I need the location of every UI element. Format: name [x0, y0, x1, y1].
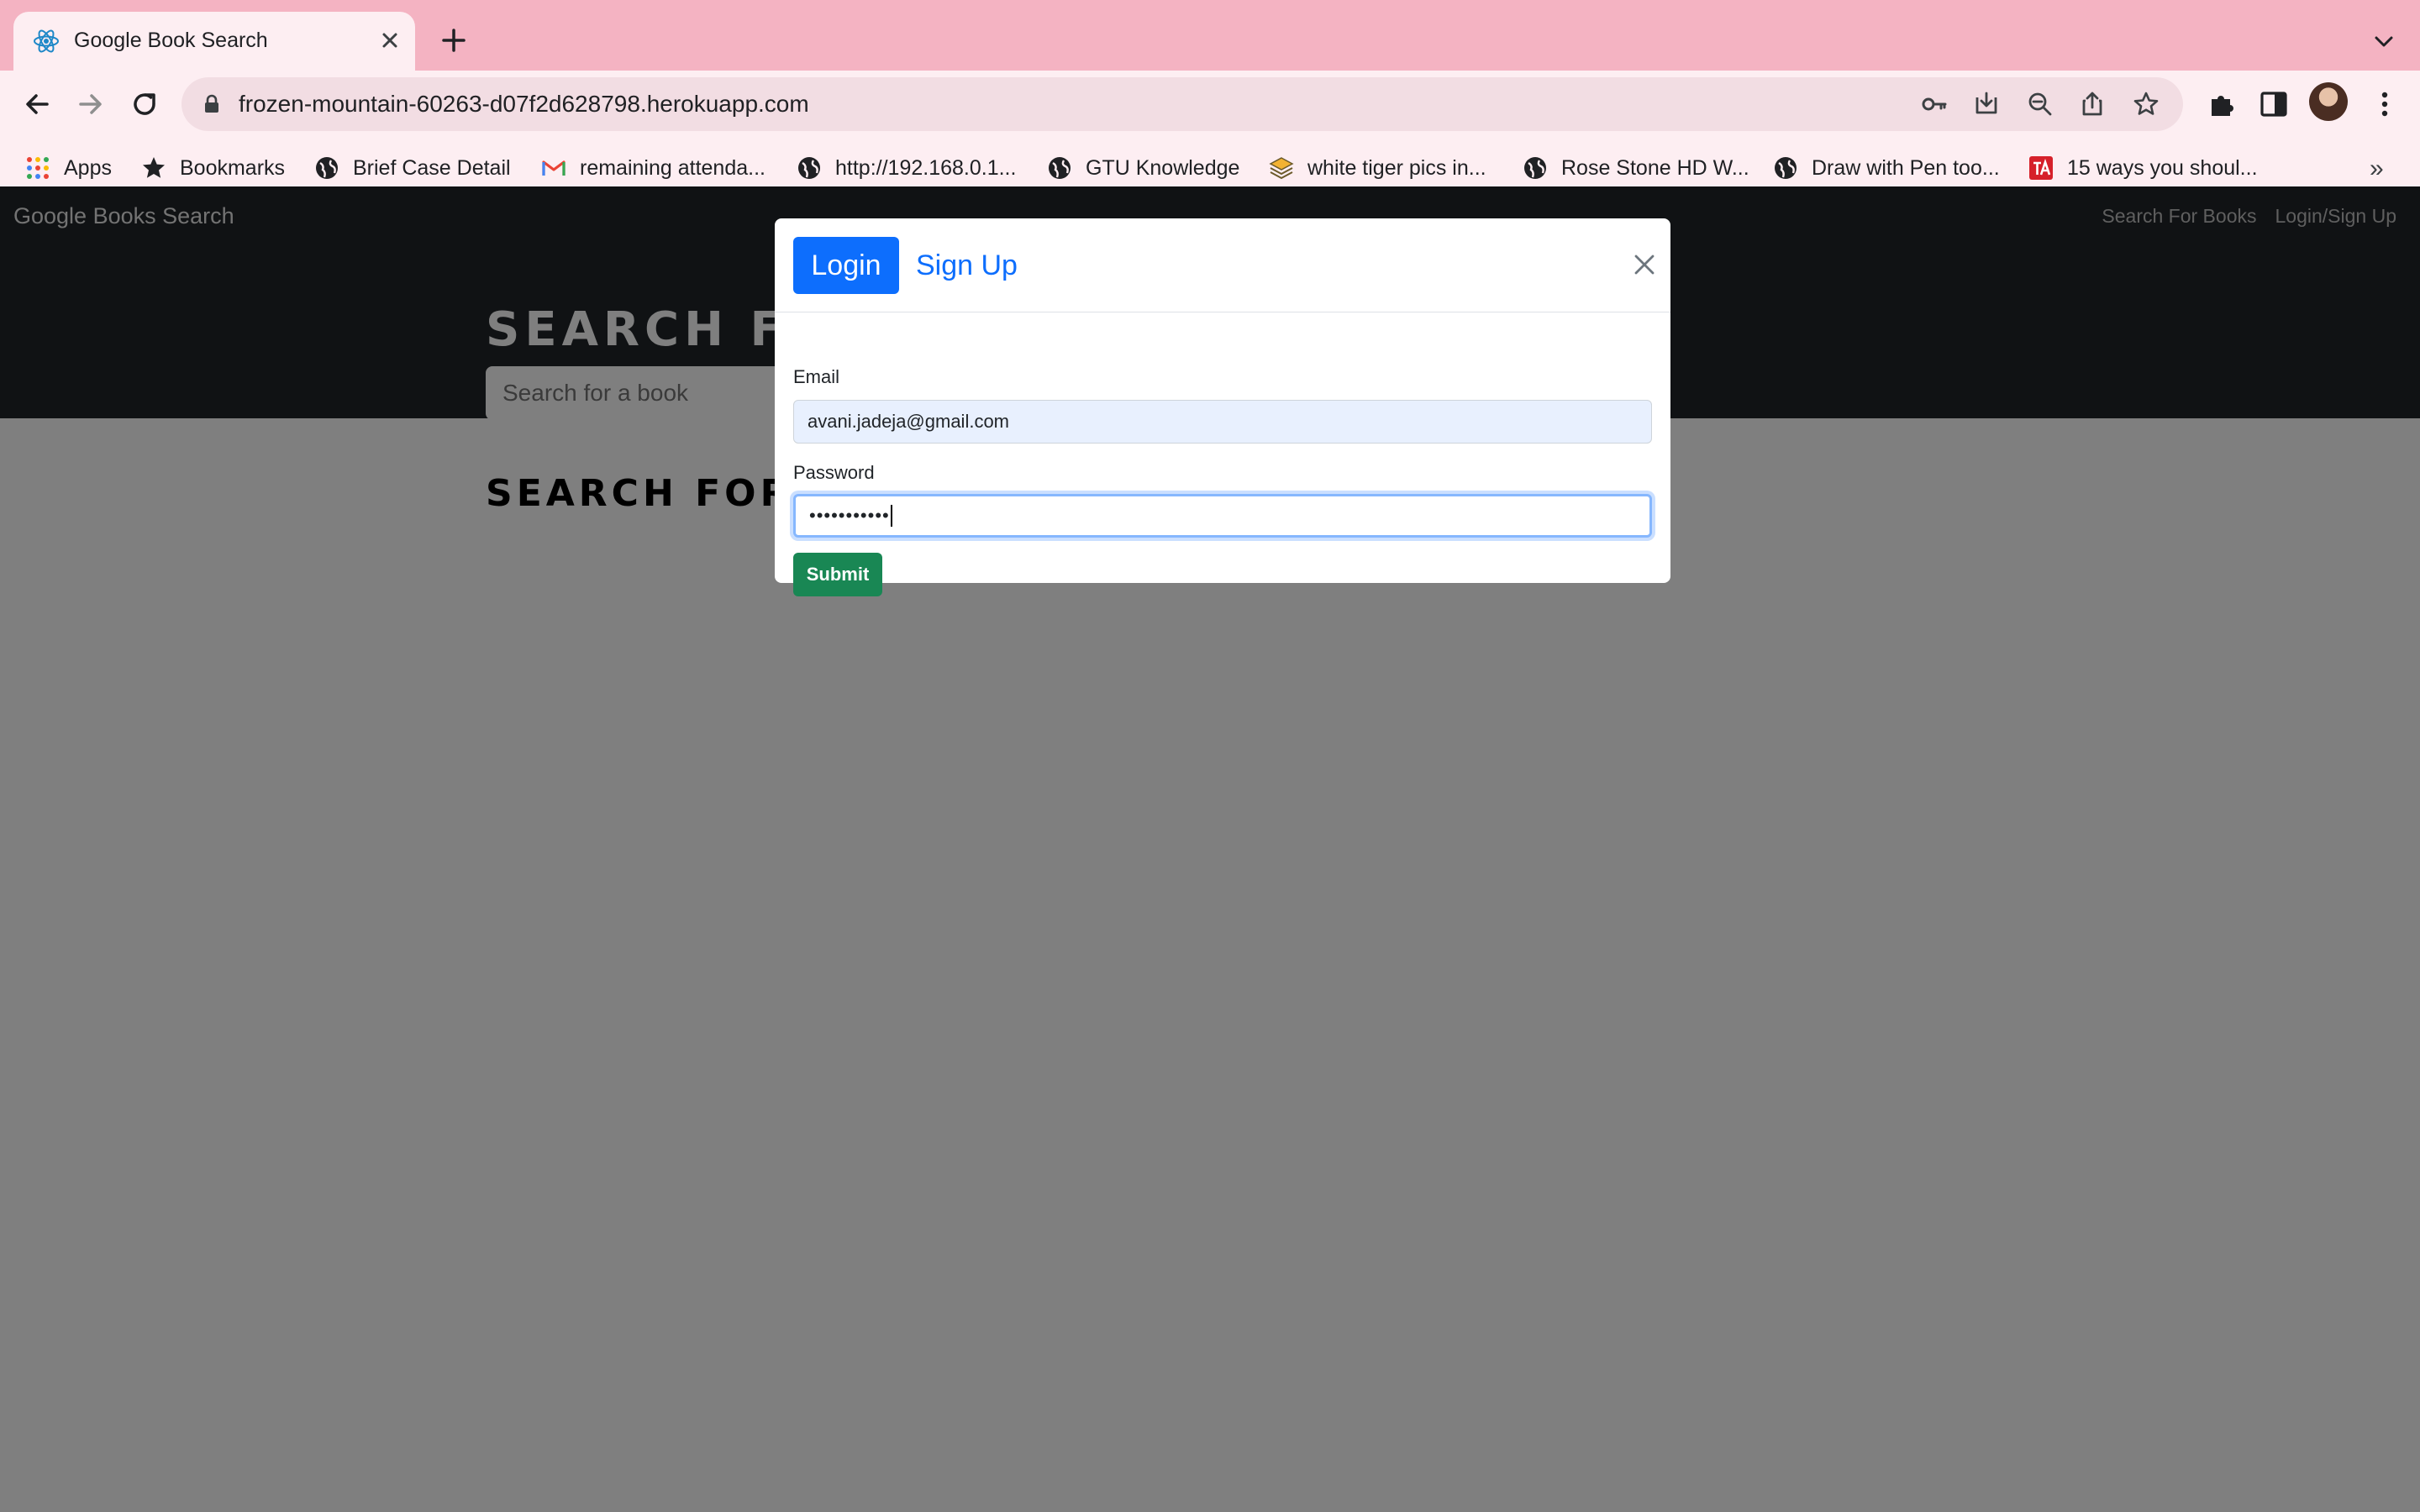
bookmark-label: GTU Knowledge	[1086, 155, 1240, 180]
close-tab-icon[interactable]	[375, 25, 405, 55]
bookmark-brief-case[interactable]: Brief Case Detail	[314, 151, 511, 185]
bookmark-label: Apps	[64, 155, 112, 180]
bookmark-ip-address[interactable]: http://192.168.0.1...	[797, 151, 1016, 185]
tab-title: Google Book Search	[74, 29, 268, 52]
bookmark-apps[interactable]: Apps	[25, 151, 112, 185]
password-label: Password	[793, 462, 875, 483]
star-icon	[143, 157, 165, 178]
star-bookmark-icon[interactable]	[2131, 89, 2161, 119]
globe-icon	[798, 157, 820, 179]
bookmark-label: remaining attenda...	[580, 155, 765, 180]
back-arrow-icon[interactable]	[20, 87, 54, 121]
install-app-icon[interactable]	[1971, 89, 2002, 119]
globe-icon	[1049, 157, 1071, 179]
bookmark-draw-with-pen[interactable]: Draw with Pen too...	[1773, 151, 2000, 185]
bookmark-gtu-knowledge[interactable]: GTU Knowledge	[1047, 151, 1239, 185]
apps-grid-icon	[27, 157, 49, 179]
modal-header: Login Sign Up	[775, 218, 1670, 312]
bookmark-label: Bookmarks	[180, 155, 286, 180]
new-tab-icon[interactable]	[437, 24, 471, 57]
profile-avatar[interactable]	[2309, 82, 2348, 121]
password-value: •••••••••••	[809, 505, 890, 526]
side-panel-icon[interactable]	[2257, 87, 2291, 121]
browser-tabstrip: Google Book Search	[0, 0, 2420, 71]
globe-icon	[1524, 157, 1546, 179]
tab-signup[interactable]: Sign Up	[916, 249, 1018, 282]
bookmark-15-ways[interactable]: 15 ways you shoul...	[2028, 151, 2258, 185]
text-caret	[890, 505, 892, 527]
forward-arrow-icon[interactable]	[74, 87, 108, 121]
ta-logo-icon	[2029, 156, 2053, 180]
email-field[interactable]: avani.jadeja@gmail.com	[793, 400, 1652, 444]
submit-button[interactable]: Submit	[793, 553, 882, 596]
share-icon[interactable]	[2077, 89, 2107, 119]
browser-toolbar: frozen-mountain-60263-d07f2d628798.herok…	[0, 71, 2420, 199]
bookmark-white-tiger[interactable]: white tiger pics in...	[1269, 151, 1486, 185]
gmail-icon	[542, 160, 566, 176]
password-field[interactable]: •••••••••••	[793, 494, 1652, 538]
bookmark-label: http://192.168.0.1...	[835, 155, 1017, 180]
layers-icon	[1269, 157, 1294, 180]
bookmarks-overflow-chevron[interactable]: »	[2370, 155, 2384, 183]
address-bar[interactable]: frozen-mountain-60263-d07f2d628798.herok…	[182, 77, 2183, 131]
extensions-puzzle-icon[interactable]	[2205, 87, 2238, 121]
globe-icon	[316, 157, 338, 179]
bookmark-rose-stone[interactable]: Rose Stone HD W...	[1523, 151, 1749, 185]
bookmark-label: 15 ways you shoul...	[2067, 155, 2258, 180]
globe-icon	[1775, 157, 1797, 179]
email-value: avani.jadeja@gmail.com	[808, 411, 1010, 432]
web-page: Google Books Search Search For Books Log…	[0, 186, 2420, 1512]
lock-icon[interactable]	[200, 92, 224, 116]
email-label: Email	[793, 366, 840, 387]
bookmark-bookmarks[interactable]: Bookmarks	[141, 151, 285, 185]
browser-tab[interactable]: Google Book Search	[13, 12, 415, 71]
react-logo-icon	[34, 29, 59, 53]
chevron-down-icon[interactable]	[2370, 27, 2398, 55]
key-icon[interactable]	[1919, 89, 1949, 119]
bookmark-remaining-attendance[interactable]: remaining attenda...	[541, 151, 765, 185]
more-vertical-icon[interactable]	[2368, 87, 2402, 121]
bookmark-label: white tiger pics in...	[1307, 155, 1486, 180]
url-text[interactable]: frozen-mountain-60263-d07f2d628798.herok…	[239, 91, 809, 118]
close-icon[interactable]	[1632, 252, 1657, 277]
reload-icon[interactable]	[128, 87, 161, 121]
bookmark-label: Draw with Pen too...	[1812, 155, 2000, 180]
bookmark-label: Rose Stone HD W...	[1561, 155, 1749, 180]
tab-login[interactable]: Login	[793, 237, 899, 294]
login-modal: Login Sign Up Email avani.jadeja@gmail.c…	[775, 218, 1670, 596]
zoom-out-icon[interactable]	[2025, 89, 2055, 119]
bookmark-label: Brief Case Detail	[353, 155, 511, 180]
